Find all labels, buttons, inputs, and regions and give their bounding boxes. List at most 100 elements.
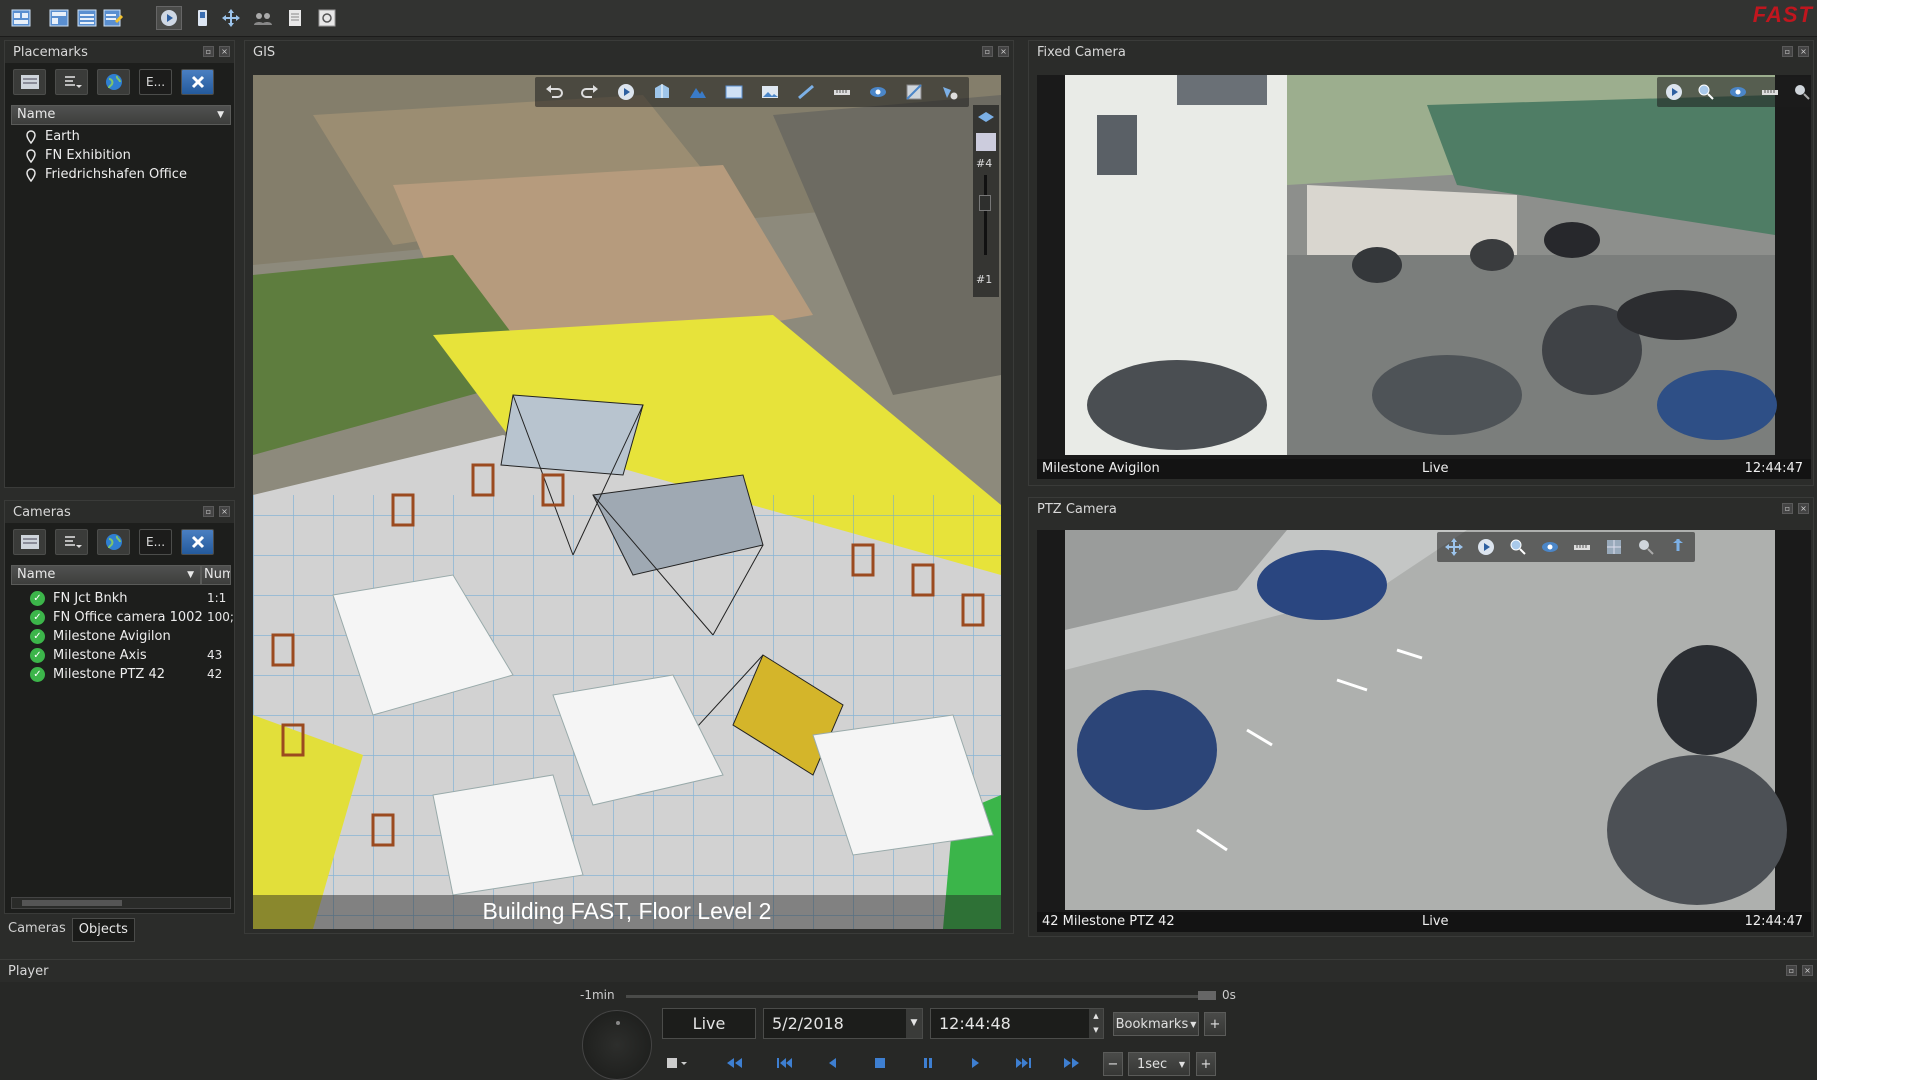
float-icon[interactable]: ▫	[203, 46, 214, 57]
close-icon[interactable]: ×	[219, 506, 230, 517]
terrain-icon[interactable]	[683, 80, 713, 104]
building-icon[interactable]	[647, 80, 677, 104]
camera-item[interactable]: ✓ FN Jct Bnkh	[30, 589, 127, 608]
zoom-icon[interactable]	[1693, 80, 1719, 104]
fixed-camera-video[interactable]: Milestone Avigilon Live 12:44:47	[1037, 75, 1811, 479]
close-icon[interactable]: ×	[1798, 46, 1809, 57]
play-icon[interactable]	[1661, 80, 1687, 104]
horizontal-scrollbar[interactable]	[11, 897, 231, 909]
date-dropdown-icon[interactable]: ▼	[906, 1009, 922, 1038]
filter-dropdown-icon[interactable]	[55, 529, 88, 555]
increase-speed-button[interactable]: +	[1196, 1052, 1216, 1076]
move-icon[interactable]	[218, 6, 244, 30]
close-icon[interactable]: ×	[219, 46, 230, 57]
globe-icon[interactable]	[97, 529, 130, 555]
floor-view-icon[interactable]	[976, 133, 996, 151]
placemark-item[interactable]: Earth	[25, 127, 80, 146]
globe-icon[interactable]	[97, 69, 130, 95]
filter-dropdown-icon[interactable]	[55, 69, 88, 95]
close-icon[interactable]: ×	[998, 46, 1009, 57]
record-dropdown-icon[interactable]	[662, 1051, 690, 1075]
skip-forward-icon[interactable]	[1010, 1051, 1038, 1075]
float-icon[interactable]: ▫	[982, 46, 993, 57]
step-forward-icon[interactable]	[962, 1051, 990, 1075]
document-icon[interactable]	[282, 6, 308, 30]
rewind-fast-icon[interactable]	[720, 1051, 748, 1075]
group-icon[interactable]	[250, 6, 276, 30]
camera-item[interactable]: ✓ FN Office camera 1002	[30, 608, 203, 627]
skip-back-icon[interactable]	[770, 1051, 798, 1075]
layout-grid-icon[interactable]	[74, 6, 100, 30]
float-icon[interactable]: ▫	[1782, 503, 1793, 514]
camera-item[interactable]: ✓ Milestone Axis	[30, 646, 147, 665]
time-field[interactable]: 12:44:48 ▲ ▼	[930, 1008, 1104, 1039]
eye-icon[interactable]	[863, 80, 893, 104]
zone-icon[interactable]	[899, 80, 929, 104]
cameras-column-name[interactable]: Name ▼	[11, 565, 201, 585]
search-icon[interactable]	[1633, 535, 1659, 559]
close-icon[interactable]: ×	[1802, 965, 1813, 976]
step-back-icon[interactable]	[818, 1051, 846, 1075]
clear-filter-icon[interactable]	[181, 69, 214, 95]
pause-icon[interactable]	[914, 1051, 942, 1075]
float-icon[interactable]: ▫	[1786, 965, 1797, 976]
timeline-handle[interactable]	[1198, 991, 1216, 1000]
camera-item[interactable]: ✓ Milestone Avigilon	[30, 627, 171, 646]
bookmarks-button[interactable]: Bookmarks ▼	[1113, 1012, 1199, 1036]
float-icon[interactable]: ▫	[1782, 46, 1793, 57]
floor-slider-handle[interactable]	[979, 195, 991, 211]
speed-select[interactable]: 1sec ▼	[1128, 1052, 1190, 1076]
settings-icon[interactable]	[13, 529, 46, 555]
ruler-icon[interactable]	[1757, 80, 1783, 104]
filter-field[interactable]: E...	[139, 529, 172, 555]
eye-icon[interactable]	[1537, 535, 1563, 559]
phone-icon[interactable]	[189, 6, 215, 30]
date-field[interactable]: 5/2/2018 ▼	[763, 1008, 923, 1039]
play-icon[interactable]	[1473, 535, 1499, 559]
measure-icon[interactable]	[791, 80, 821, 104]
play-icon[interactable]	[611, 80, 641, 104]
ruler-icon[interactable]	[1569, 535, 1595, 559]
redo-icon[interactable]	[575, 80, 605, 104]
camera-item[interactable]: ✓ Milestone PTZ 42	[30, 665, 165, 684]
layout-edit-icon[interactable]	[100, 6, 126, 30]
jog-dial[interactable]	[582, 1010, 652, 1080]
ptz-camera-video[interactable]: 42 Milestone PTZ 42 Live 12:44:47	[1037, 530, 1811, 932]
close-icon[interactable]: ×	[1798, 503, 1809, 514]
grid-icon[interactable]	[1601, 535, 1627, 559]
tab-cameras[interactable]: Cameras	[4, 918, 70, 942]
zoom-icon[interactable]	[1505, 535, 1531, 559]
play-icon[interactable]	[156, 6, 182, 30]
add-bookmark-button[interactable]: +	[1204, 1012, 1226, 1036]
camera-settings-icon[interactable]	[935, 80, 965, 104]
refresh-icon[interactable]	[314, 6, 340, 30]
scrollbar-thumb[interactable]	[22, 900, 122, 906]
layers-icon[interactable]	[976, 109, 996, 127]
eye-icon[interactable]	[1725, 80, 1751, 104]
settings-icon[interactable]	[13, 69, 46, 95]
image-icon[interactable]	[755, 80, 785, 104]
decrease-speed-button[interactable]: −	[1103, 1052, 1123, 1076]
search-icon[interactable]	[1789, 80, 1811, 104]
fast-forward-icon[interactable]	[1058, 1051, 1086, 1075]
placemark-item[interactable]: FN Exhibition	[25, 146, 131, 165]
move-icon[interactable]	[1441, 535, 1467, 559]
layout-add-icon[interactable]	[46, 6, 72, 30]
layout-icon[interactable]	[8, 6, 34, 30]
tour-icon[interactable]	[1665, 535, 1691, 559]
gis-3d-map[interactable]: #4 #1 Building FAST, Floor Level 2	[253, 75, 1001, 929]
placemarks-column-name[interactable]: Name ▼	[11, 105, 231, 125]
tab-objects[interactable]: Objects	[71, 918, 135, 942]
ruler-icon[interactable]	[827, 80, 857, 104]
placemark-item[interactable]: Friedrichshafen Office	[25, 165, 187, 184]
floor-slider-track[interactable]	[984, 175, 987, 255]
live-mode-button[interactable]: Live	[662, 1008, 756, 1039]
timeline-track[interactable]	[626, 995, 1206, 998]
undo-icon[interactable]	[539, 80, 569, 104]
cameras-column-num[interactable]: Num	[201, 565, 231, 585]
clear-filter-icon[interactable]	[181, 529, 214, 555]
float-icon[interactable]: ▫	[203, 506, 214, 517]
filter-field[interactable]: E...	[139, 69, 172, 95]
stop-icon[interactable]	[866, 1051, 894, 1075]
screen-icon[interactable]	[719, 80, 749, 104]
